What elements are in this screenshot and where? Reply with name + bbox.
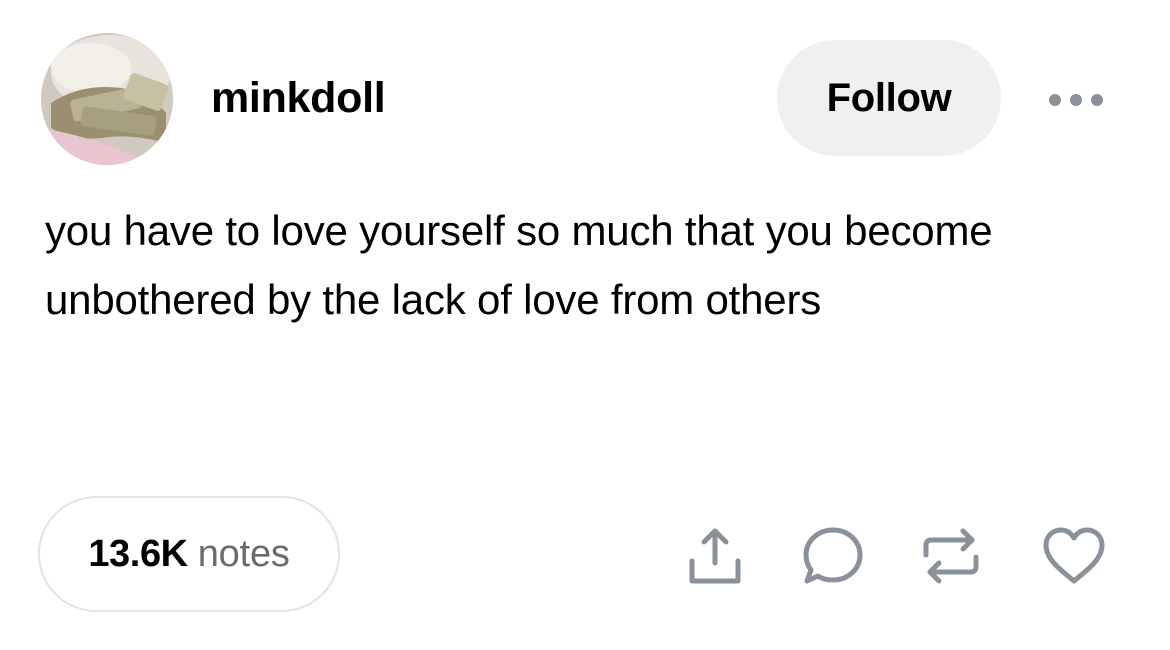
reblog-button[interactable]: [917, 522, 985, 590]
reply-icon: [803, 527, 863, 584]
notes-button[interactable]: 13.6K notes: [38, 496, 340, 612]
notes-count: 13.6K: [88, 532, 188, 575]
author-avatar[interactable]: [41, 33, 173, 165]
reply-button[interactable]: [799, 522, 867, 590]
author-username[interactable]: minkdoll: [211, 72, 386, 124]
share-icon: [689, 528, 741, 584]
like-button[interactable]: [1040, 522, 1108, 590]
post-card: minkdoll Follow you have to love yoursel…: [0, 0, 1170, 650]
avatar-photo: [41, 33, 173, 165]
notes-label: notes: [197, 532, 290, 575]
share-button[interactable]: [681, 522, 749, 590]
heart-icon: [1043, 527, 1105, 584]
reblog-icon: [923, 528, 979, 584]
follow-button[interactable]: Follow: [777, 40, 1001, 156]
more-options-button[interactable]: [1040, 80, 1112, 120]
more-dots-icon: [1049, 94, 1103, 106]
post-text: you have to love yourself so much that y…: [45, 207, 993, 323]
